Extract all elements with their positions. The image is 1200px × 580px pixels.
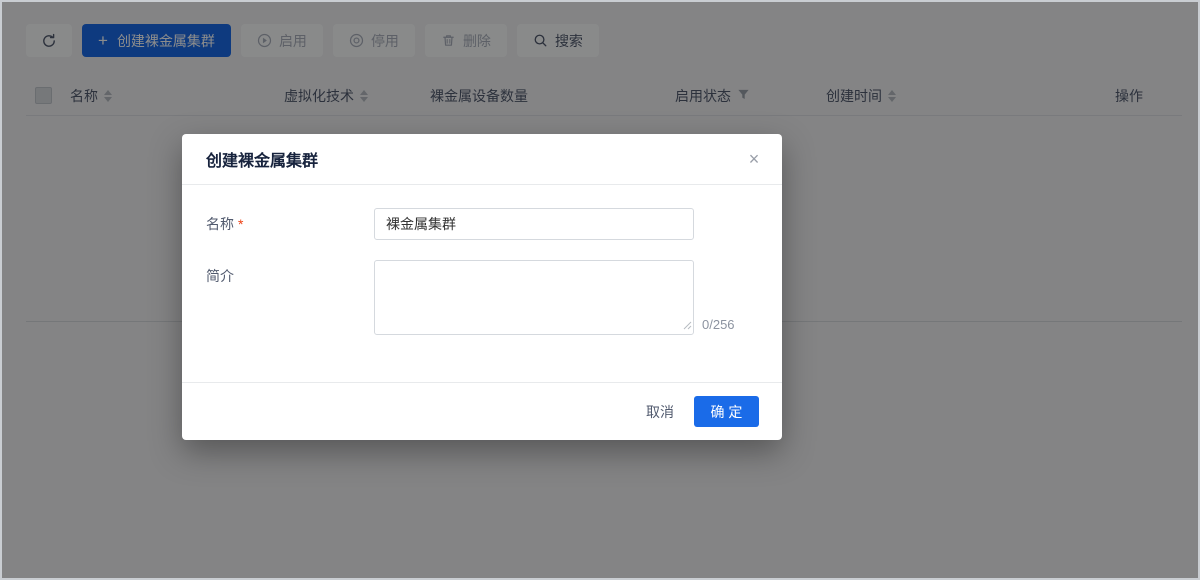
description-field-label: 简介 — [206, 260, 374, 335]
create-cluster-modal: 创建裸金属集群 × 名称* 简介 — [182, 134, 782, 440]
resize-grip-icon[interactable] — [683, 317, 692, 333]
modal-footer: 取消 确 定 — [182, 382, 782, 440]
description-textarea-wrap — [374, 260, 694, 335]
name-label-text: 名称 — [206, 216, 234, 232]
modal-header: 创建裸金属集群 × — [182, 134, 782, 185]
required-asterisk: * — [238, 216, 243, 232]
confirm-button[interactable]: 确 定 — [694, 396, 759, 427]
cancel-button[interactable]: 取消 — [646, 402, 674, 422]
close-icon[interactable]: × — [742, 147, 766, 171]
form-row-name: 名称* — [206, 208, 758, 240]
description-label-text: 简介 — [206, 268, 234, 284]
modal-body: 名称* 简介 0/256 — [182, 185, 782, 335]
name-field-label: 名称* — [206, 208, 374, 240]
form-row-description: 简介 0/256 — [206, 260, 758, 335]
char-counter: 0/256 — [702, 317, 735, 332]
description-textarea[interactable] — [374, 260, 694, 335]
app-window: + 创建裸金属集群 启用 停 — [0, 0, 1200, 580]
name-input[interactable] — [374, 208, 694, 240]
modal-title: 创建裸金属集群 — [206, 147, 318, 171]
